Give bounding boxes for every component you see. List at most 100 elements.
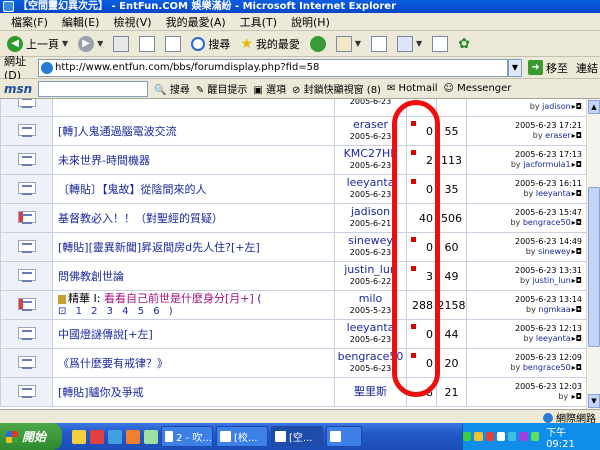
start-button[interactable]: 開始: [0, 423, 62, 450]
thread-title-link[interactable]: 看看自己前世是什麼身分[月+]: [104, 292, 254, 305]
thread-title-link[interactable]: 《爲什麼要有戒律？》: [58, 357, 168, 370]
taskbar-item[interactable]: [326, 426, 362, 447]
last-poster-link[interactable]: sinewey: [538, 247, 571, 256]
quicklaunch-icon[interactable]: [126, 429, 140, 444]
thread-title-link[interactable]: [轉貼]驢你及爭戒: [58, 386, 144, 399]
jump-to-last-icon[interactable]: ▸◘: [572, 247, 582, 257]
quicklaunch-icon[interactable]: [108, 429, 122, 444]
scroll-up-icon[interactable]: ▲: [588, 100, 600, 114]
author-link[interactable]: sinewey: [348, 234, 393, 247]
thread-title-link[interactable]: 問佛教創世論: [58, 270, 124, 283]
mail-button[interactable]: ▼: [333, 33, 364, 55]
menu-edit[interactable]: 編輯(E): [55, 14, 107, 30]
go-button[interactable]: ➜ 移至: [528, 60, 568, 76]
taskbar-item[interactable]: 2 - 吹...: [161, 426, 213, 447]
thread-title-link[interactable]: 基督教必入！！（對聖經的質疑）: [58, 212, 223, 225]
history-button[interactable]: [307, 33, 329, 55]
last-poster-link[interactable]: jadison: [542, 102, 571, 111]
address-dropdown-icon[interactable]: ▼: [508, 58, 522, 77]
scroll-down-icon[interactable]: ▼: [588, 394, 600, 408]
tray-icon[interactable]: [485, 432, 494, 441]
highlight-button[interactable]: ✎ 醒目提示: [196, 81, 248, 96]
address-input[interactable]: http://www.entfun.com/bbs/forumdisplay.p…: [38, 58, 508, 77]
home-button[interactable]: [162, 33, 184, 55]
jump-to-last-icon[interactable]: ▸◘: [572, 363, 582, 373]
edit-button[interactable]: ▼: [394, 33, 425, 55]
author-link[interactable]: 聖里斯: [354, 385, 387, 398]
jump-to-last-icon[interactable]: ▸◘: [572, 160, 582, 170]
hotmail-button[interactable]: ✉ Hotmail: [387, 83, 438, 94]
last-poster-link[interactable]: leeyanta: [536, 334, 571, 343]
author-link[interactable]: justin_lun: [344, 263, 397, 276]
post-date: 2005-5-23: [349, 306, 392, 315]
last-poster-link[interactable]: jacformula1: [523, 160, 570, 169]
menu-help[interactable]: 說明(H): [284, 14, 337, 30]
clock[interactable]: 下午 09:21: [546, 424, 594, 450]
author-link[interactable]: bengrace50: [338, 350, 404, 363]
thread-title-link[interactable]: [轉]人鬼通過腦電波交流: [58, 125, 177, 138]
author-link[interactable]: eraser: [353, 118, 388, 131]
refresh-button[interactable]: [136, 33, 158, 55]
taskbar-item[interactable]: [校...: [216, 426, 268, 447]
author-link[interactable]: leeyanta: [347, 176, 395, 189]
thread-title-link[interactable]: 未來世界-時間機器: [58, 154, 150, 167]
author-link[interactable]: KMC27HK: [344, 147, 398, 160]
jump-to-last-icon[interactable]: ▸◘: [572, 218, 582, 228]
tray-icon[interactable]: [462, 432, 472, 441]
jump-to-last-icon[interactable]: ▸◘: [572, 334, 582, 344]
jump-to-last-icon[interactable]: ▸◘: [572, 131, 582, 141]
author-link[interactable]: jadison: [351, 205, 390, 218]
scroll-thumb[interactable]: [588, 187, 600, 347]
author-link[interactable]: leeyanta: [347, 321, 395, 334]
jump-to-last-icon[interactable]: ▸◘: [572, 189, 582, 199]
discuss-button[interactable]: [429, 33, 451, 55]
last-poster-link[interactable]: justin_lun: [532, 276, 570, 285]
quicklaunch-icon[interactable]: [144, 429, 158, 444]
msn-search-input[interactable]: [38, 80, 149, 97]
page-links[interactable]: ⊡ 1 2 3 4 5 6 ): [58, 306, 334, 318]
forward-button[interactable]: ▶ ▼: [75, 33, 106, 55]
favorites-label: 我的最愛: [255, 37, 300, 51]
print-button[interactable]: [368, 33, 390, 55]
tray-icon[interactable]: [530, 432, 540, 441]
tray-icon[interactable]: [508, 432, 517, 441]
last-poster-link[interactable]: ngmkaa: [538, 305, 570, 314]
thread-title-link[interactable]: [轉貼][靈異新聞]昇返間房d先人住?[+左]: [58, 241, 260, 254]
tray-icon[interactable]: [474, 432, 483, 441]
quicklaunch-icon[interactable]: [72, 429, 86, 444]
last-poster-link[interactable]: bengrace50: [523, 363, 571, 372]
stop-button[interactable]: [110, 33, 132, 55]
page-numbers[interactable]: 1 2 3 4 5 6 ): [76, 306, 176, 317]
popup-blocker-button[interactable]: ⊘ 封鎖快顯視窗 (8): [292, 81, 381, 96]
menu-favorites[interactable]: 我的最愛(A): [159, 14, 233, 30]
menu-file[interactable]: 檔案(F): [4, 14, 55, 30]
chevron-down-icon: ▼: [97, 39, 104, 48]
messenger-button[interactable]: ✿: [455, 33, 473, 55]
msn-search-button[interactable]: 🔍 搜尋: [154, 81, 190, 96]
last-poster-link[interactable]: leeyanta: [536, 189, 571, 198]
table-row: 基督教必入！！（對聖經的質疑） jadison 2005-6-21 40 506 2005…: [0, 203, 586, 233]
quicklaunch-icon[interactable]: [90, 429, 104, 444]
jump-to-last-icon[interactable]: ▸◘: [572, 392, 582, 402]
jump-to-last-icon[interactable]: ▸◘: [572, 102, 582, 112]
jump-to-last-icon[interactable]: ▸◘: [572, 276, 582, 286]
options-button[interactable]: ▣ 選項: [253, 81, 286, 96]
menu-view[interactable]: 檢視(V): [106, 14, 158, 30]
last-poster-link[interactable]: bengrace50: [523, 218, 571, 227]
tray-icon[interactable]: [496, 432, 506, 441]
task-label: 2 - 吹...: [176, 433, 212, 444]
favorites-button[interactable]: ★ 我的最愛: [237, 33, 303, 55]
links-button[interactable]: 連結: [576, 60, 598, 76]
thread-title-link[interactable]: 〔轉貼〕【鬼故】從陰間來的人: [58, 183, 207, 196]
vertical-scrollbar[interactable]: ▲ ▼: [586, 99, 600, 409]
last-poster-link[interactable]: eraser: [545, 131, 571, 140]
thread-title-link[interactable]: 中國燈謎傳說[+左]: [58, 328, 153, 341]
back-button[interactable]: ◀ 上一頁 ▼: [4, 33, 71, 55]
author-link[interactable]: milo: [359, 292, 383, 305]
menu-tools[interactable]: 工具(T): [233, 14, 284, 30]
search-button[interactable]: 搜尋: [188, 33, 233, 55]
taskbar-item-active[interactable]: [空...: [271, 426, 323, 447]
tray-icon[interactable]: [519, 432, 528, 441]
messenger-link[interactable]: ☺ Messenger: [444, 83, 512, 94]
jump-to-last-icon[interactable]: ▸◘: [572, 305, 582, 315]
